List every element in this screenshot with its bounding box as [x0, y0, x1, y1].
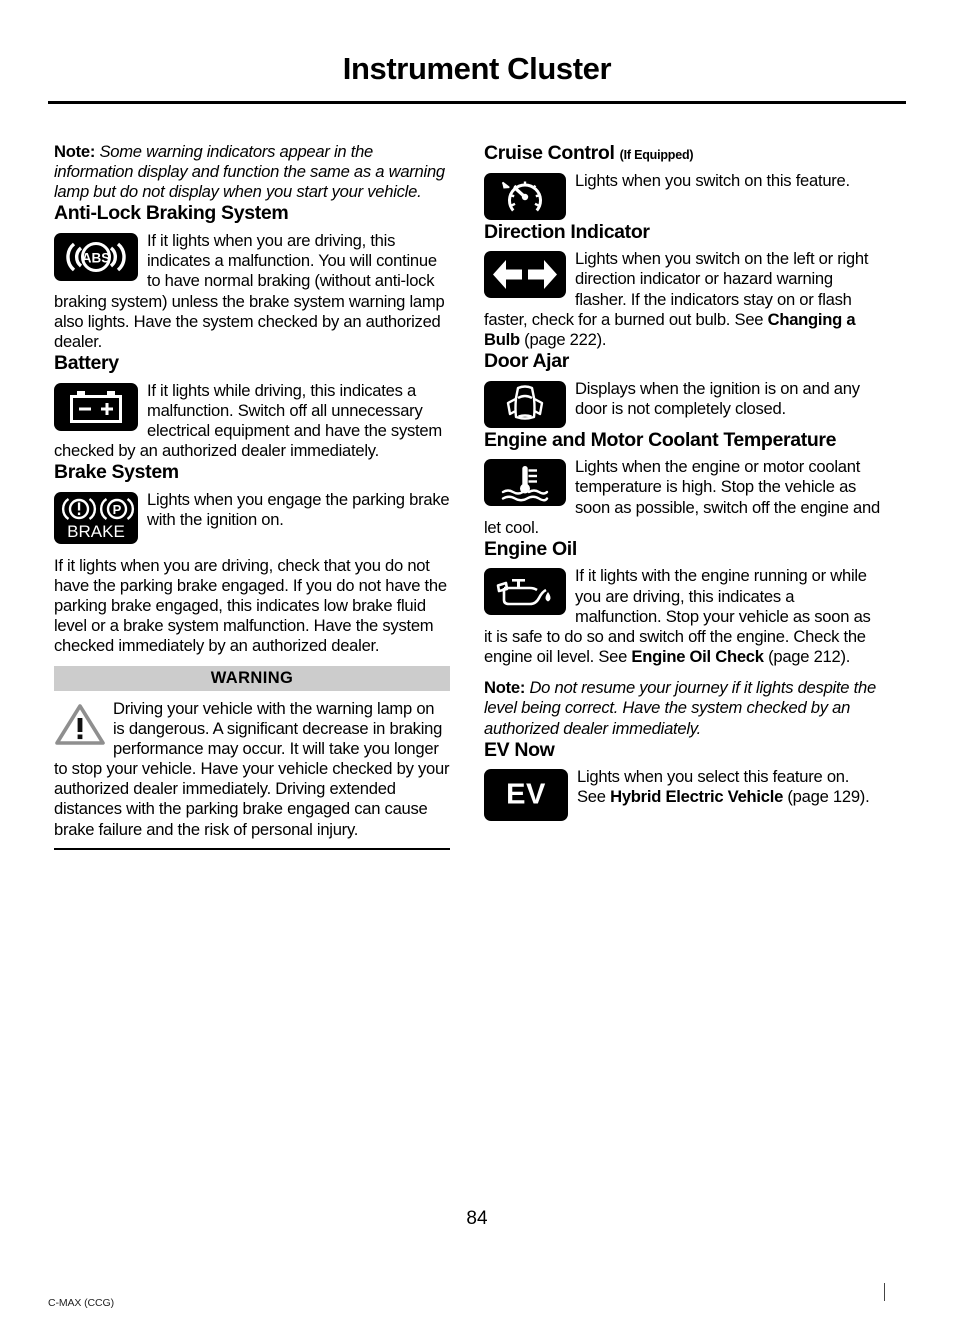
svg-text:BRAKE: BRAKE	[67, 522, 125, 541]
ev-now-icon-label: EV	[506, 778, 546, 811]
warning-body-text: Driving your vehicle with the warning la…	[54, 698, 450, 839]
warning-body: Driving your vehicle with the warning la…	[54, 699, 450, 840]
engine-oil-icon	[484, 568, 566, 616]
engine-oil-text-part2: (page 212).	[763, 647, 851, 667]
section-title-battery: Battery	[54, 352, 119, 375]
section-body-brake-system: P BRAKE Lights when you engage the parki…	[54, 490, 450, 545]
section-title-cruise-control: Cruise Control (If Equipped)	[484, 142, 880, 165]
section-body-coolant-temperature: Lights when the engine or motor coolant …	[484, 457, 880, 538]
svg-text:ABS: ABS	[82, 251, 111, 266]
section-body-anti-lock-braking-system: ABS If it lights when you are driving, t…	[54, 231, 450, 352]
door-ajar-icon	[484, 380, 566, 428]
section-body-ev-now: EV Lights when you select this feature o…	[484, 767, 880, 822]
battery-warning-icon	[54, 382, 138, 431]
section-body-door-ajar: Displays when the ignition is on and any…	[484, 379, 880, 429]
section-title-ev-now: EV Now	[484, 738, 555, 761]
note-text: Some warning indicators appear in the in…	[54, 142, 445, 202]
svg-text:P: P	[113, 502, 122, 517]
page-header: Instrument Cluster	[48, 51, 906, 86]
engine-oil-note: Note: Do not resume your journey if it l…	[484, 678, 880, 738]
header-divider	[48, 101, 906, 104]
section-title-door-ajar: Door Ajar	[484, 350, 569, 372]
ev-now-text-part2: (page 129).	[783, 787, 870, 807]
left-column: Note: Some warning indicators appear in …	[54, 142, 450, 850]
footer-trim-mark	[884, 1283, 885, 1301]
page-title: Instrument Cluster	[342, 51, 612, 86]
intro-note: Note: Some warning indicators appear in …	[54, 142, 450, 202]
right-column: Cruise Control (If Equipped) Lights when…	[484, 142, 880, 822]
manual-page: Instrument Cluster Note: Some warning in…	[0, 0, 954, 1329]
hybrid-electric-vehicle-reference: Hybrid Electric Vehicle	[610, 787, 784, 807]
section-body-direction-indicator: Lights when you switch on the left or ri…	[484, 249, 880, 350]
direction-indicator-text-part2: (page 222).	[519, 329, 607, 349]
engine-oil-note-text: Do not resume your journey if it lights …	[484, 678, 876, 738]
section-title-direction-indicator: Direction Indicator	[484, 220, 650, 243]
cruise-control-if-equipped: (If Equipped)	[619, 148, 694, 162]
section-body-battery: If it lights while driving, this indicat…	[54, 381, 450, 462]
engine-oil-check-reference: Engine Oil Check	[631, 647, 764, 667]
warning-heading-label: WARNING	[210, 668, 294, 687]
section-body-engine-oil: If it lights with the engine running or …	[484, 566, 880, 667]
warning-bottom-divider	[54, 847, 450, 850]
note-label: Note:	[54, 142, 96, 161]
section-title-anti-lock-braking-system: Anti-Lock Braking System	[54, 202, 289, 225]
direction-indicator-icon	[484, 251, 566, 299]
abs-warning-icon: ABS	[54, 233, 138, 282]
cruise-control-icon	[484, 172, 566, 220]
warning-triangle-icon	[54, 702, 106, 751]
coolant-temperature-icon	[484, 459, 566, 507]
page-number: 84	[466, 1208, 488, 1229]
section-body-cruise-control: Lights when you switch on this feature.	[484, 171, 880, 221]
cruise-control-title: Cruise Control	[484, 142, 615, 164]
footer-model-code: C-MAX (CCG)	[48, 1297, 114, 1309]
ev-now-icon: EV	[484, 769, 568, 822]
section-title-engine-oil: Engine Oil	[484, 537, 577, 560]
brake-body-text-2: If it lights when you are driving, check…	[54, 555, 447, 656]
warning-heading-bar: WARNING	[54, 665, 450, 691]
section-title-coolant-temperature: Engine and Motor Coolant Temperature	[484, 428, 837, 451]
section-title-brake-system: Brake System	[54, 461, 179, 484]
engine-oil-note-label: Note:	[484, 678, 526, 698]
brake-system-warning-icon: P BRAKE	[54, 491, 138, 544]
